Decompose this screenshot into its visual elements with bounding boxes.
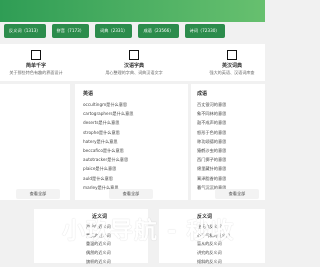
list-item[interactable]: auld是什么意思 [83,174,133,183]
view-all-button[interactable]: 查看全部 [16,189,60,199]
tab-antonyms[interactable]: 反义词（1313） [4,24,46,38]
list-item[interactable]: 绵里藏针的意思 [197,164,226,173]
nav-chinese-dictionary-desc: 用心整理的字典、词典汉语文字 [105,70,163,75]
nav-english-dictionary[interactable]: 英汉词典 强大的英语、汉语词库查 [196,50,268,76]
list-item[interactable]: plaice是什么意思 [83,164,133,173]
english-title: 英语 [83,91,94,97]
nav-simple-chars[interactable]: 简单千字 关于那些特色有趣的界面设计 [0,50,72,76]
dictionary-icon [129,50,139,60]
list-item[interactable]: hatery是什么意思 [83,137,133,146]
header-banner [0,0,265,22]
list-item[interactable]: autotracker是什么意思 [83,155,133,164]
idioms-list: 百丈银河的意思 象不同林的意思 鼓不成声的意思 怒形于色的意思 称功颂德的意思 … [197,100,226,192]
nav-simple-chars-label: 简单千字 [25,63,46,69]
list-item[interactable]: 旗帜的近义词 [86,258,111,267]
list-item[interactable]: deserts是什么意思 [83,118,133,127]
category-tabs: 反义词（1313） 拼音（7173） 词典（2331） 成语（23566） 诗词… [0,24,265,40]
book-icon [31,50,41,60]
list-item[interactable]: 百丈银河的意思 [197,100,226,109]
view-all-button[interactable]: 查看全部 [215,189,259,199]
list-item[interactable]: 西门掷子的意思 [197,155,226,164]
watermark: 小玖导航 - 秒收 [62,218,235,244]
english-list: occultingm是什么意思 cartographers是什么意思 deser… [83,100,133,192]
list-item[interactable]: beccafico是什么意思 [83,146,133,155]
list-item[interactable]: 倾斜的反义词 [197,258,230,267]
list-item[interactable]: 怒形于色的意思 [197,128,226,137]
nav-english-dictionary-label: 英汉词典 [221,63,242,69]
list-item[interactable]: 鼓不成声的意思 [197,118,226,127]
nav-chinese-dictionary-label: 汉语字典 [123,63,144,69]
list-item[interactable]: 象不同林的意思 [197,109,226,118]
english-panel: 英语 occultingm是什么意思 cartographers是什么意思 de… [75,84,188,200]
nav-simple-chars-desc: 关于那些特色有趣的界面设计 [9,70,63,75]
list-item[interactable]: 膏泽脂香的意思 [197,174,226,183]
view-all-button[interactable]: 查看全部 [109,189,153,199]
list-item[interactable]: 猿鹤沙虫的意思 [197,146,226,155]
tab-poems[interactable]: 诗词（72330） [184,24,225,38]
idioms-title: 成语 [197,91,208,97]
idioms-panel: 成语 百丈银河的意思 象不同林的意思 鼓不成声的意思 怒形于色的意思 称功颂德的… [191,84,265,200]
list-item[interactable]: strophe是什么意思 [83,128,133,137]
list-item[interactable]: occultingm是什么意思 [83,100,133,109]
nav-chinese-dictionary[interactable]: 汉语字典 用心整理的字典、词典汉语文字 [98,50,170,76]
nav-english-dictionary-desc: 强大的英语、汉语词库查 [209,70,255,75]
list-item[interactable]: 称功颂德的意思 [197,137,226,146]
tab-pinyin[interactable]: 拼音（7173） [51,24,90,38]
left-panel: 查看全部 [0,84,70,200]
document-icon [227,50,237,60]
feature-nav: 简单千字 关于那些特色有趣的界面设计 汉语字典 用心整理的字典、词典汉语文字 英… [0,44,265,81]
list-item[interactable]: cartographers是什么意思 [83,109,133,118]
tab-dictionary[interactable]: 词典（2331） [95,24,133,38]
tab-idioms[interactable]: 成语（23566） [138,24,179,38]
